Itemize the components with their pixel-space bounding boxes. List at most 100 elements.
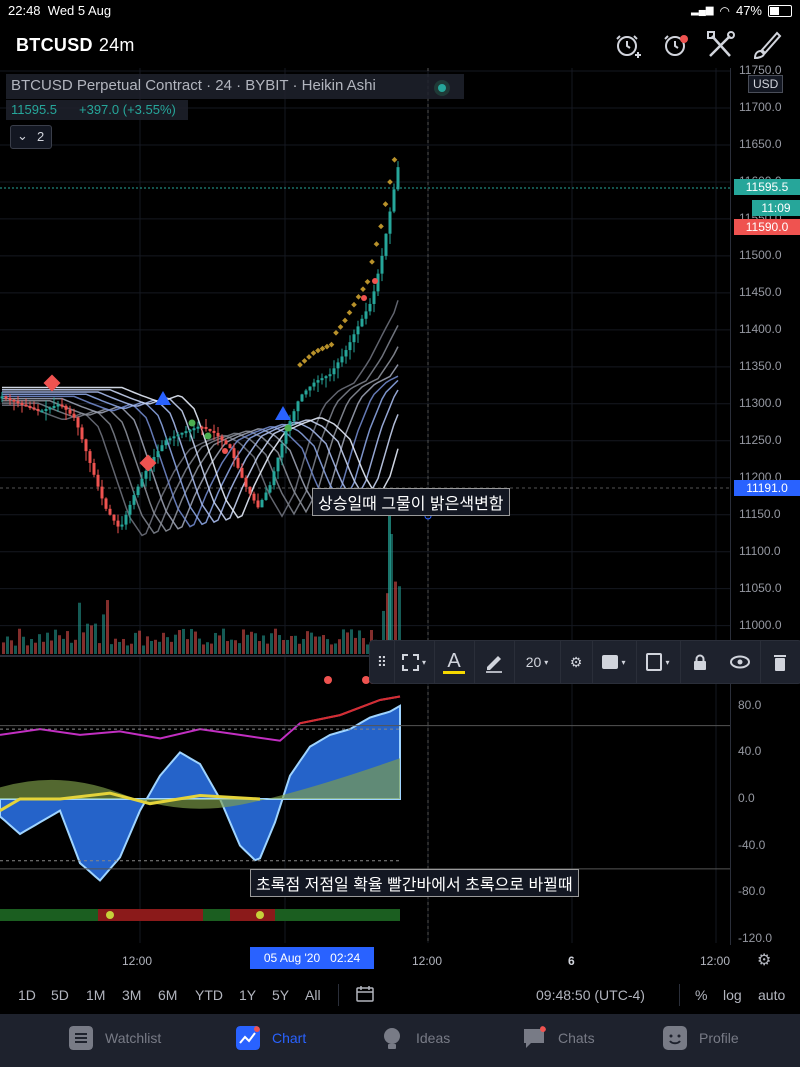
candle-body	[72, 413, 76, 418]
range-5y[interactable]: 5Y	[272, 987, 289, 1003]
tab-profile[interactable]: Profile	[663, 1026, 739, 1050]
candle-body	[128, 504, 132, 515]
volume-bar	[388, 514, 391, 654]
candle-body	[208, 428, 212, 431]
text-color-button[interactable]: A	[434, 641, 474, 683]
volume-bar	[2, 642, 5, 654]
percent-scale-toggle[interactable]: %	[695, 987, 707, 1003]
osc-tick: -40.0	[738, 837, 766, 852]
volume-bar	[94, 623, 97, 654]
volume-bar	[18, 628, 21, 654]
candle-body	[248, 486, 252, 494]
small-diamond-marker	[337, 324, 344, 330]
small-diamond-marker	[310, 350, 317, 356]
add-alert-icon[interactable]	[612, 28, 646, 62]
tab-watchlist[interactable]: Watchlist	[69, 1026, 161, 1050]
volume-bar	[38, 634, 41, 654]
price-tick: 11150.0	[739, 506, 781, 521]
status-right: ▂▄▆ ◠ 47%	[691, 3, 792, 18]
range-1d[interactable]: 1D	[18, 987, 36, 1003]
candle-body	[320, 378, 324, 381]
candle-body	[68, 409, 72, 414]
bottom-tab-bar: Watchlist Chart Ideas Chats Profile	[0, 1014, 800, 1067]
volume-bar	[318, 636, 321, 654]
volume-bar	[326, 639, 329, 654]
visibility-eye-icon[interactable]	[720, 641, 760, 683]
range-all[interactable]: All	[305, 987, 321, 1003]
volume-bar	[290, 635, 293, 654]
osc-tick: 0.0	[738, 791, 755, 805]
volume-bar	[114, 638, 117, 654]
volume-bar	[314, 636, 317, 654]
legend-change: +397.0 (+3.55%)	[79, 102, 176, 117]
pencil-color-button[interactable]	[474, 641, 514, 683]
volume-bar	[50, 640, 53, 654]
volume-bar	[154, 639, 157, 654]
currency-label[interactable]: USD	[748, 75, 784, 93]
tab-chart[interactable]: Chart	[236, 1026, 306, 1050]
volume-bar	[330, 644, 333, 654]
candle-body	[88, 451, 92, 463]
candle-body	[272, 471, 276, 486]
range-1y[interactable]: 1Y	[239, 987, 256, 1003]
border-style-button[interactable]: ▾	[394, 641, 434, 683]
drawing-brush-icon[interactable]	[750, 28, 784, 62]
candle-body	[240, 467, 244, 478]
range-1m[interactable]: 1M	[86, 987, 105, 1003]
small-diamond-marker	[369, 258, 375, 265]
candle-body	[216, 432, 220, 437]
drag-handle-icon[interactable]: ⠿	[370, 641, 394, 683]
candle-body	[140, 478, 144, 487]
tools-icon[interactable]	[704, 28, 738, 62]
annotation-note-2[interactable]: 초록점 저점일 확율 빨간바에서 초록으로 바뀔때	[250, 869, 579, 897]
volume-bar	[282, 639, 285, 654]
volume-bar	[126, 645, 129, 654]
volume-bar	[294, 635, 297, 654]
alerts-icon[interactable]	[658, 28, 692, 62]
font-size-select[interactable]: 20 ▾	[514, 641, 560, 683]
candle-body	[200, 426, 204, 429]
candle-body	[300, 394, 304, 402]
clone-button[interactable]: ▾	[636, 641, 680, 683]
candle-body	[120, 524, 124, 527]
settings-gear-icon[interactable]: ⚙	[560, 641, 592, 683]
time-axis[interactable]: 12:00 12:00 6 12:00 05 Aug '20 02:24 ⚙	[0, 945, 800, 973]
timezone-clock[interactable]: 09:48:50 (UTC-4)	[536, 987, 645, 1003]
volume-bar	[342, 629, 345, 654]
log-scale-toggle[interactable]: log	[723, 987, 742, 1003]
range-5d[interactable]: 5D	[51, 987, 69, 1003]
annotation-note-1[interactable]: 상승일때 그물이 밝은색변함	[312, 488, 510, 516]
auto-scale-toggle[interactable]: auto	[758, 987, 785, 1003]
state-dot	[106, 911, 114, 919]
volume-bar	[122, 638, 125, 654]
state-dot	[256, 911, 264, 919]
candle-body	[156, 451, 160, 458]
candle-body	[160, 445, 164, 452]
chevron-down-icon: ⌄	[17, 128, 28, 143]
battery-percent: 47%	[735, 3, 762, 18]
candle-body	[96, 474, 100, 487]
range-6m[interactable]: 6M	[158, 987, 177, 1003]
candle-body	[296, 401, 300, 412]
delete-trash-icon[interactable]	[760, 641, 800, 683]
lock-icon[interactable]	[680, 641, 720, 683]
candle-body	[396, 167, 400, 190]
date-range-calendar-icon[interactable]	[356, 985, 374, 1006]
volume-bar	[78, 602, 81, 654]
ideas-icon	[384, 1028, 400, 1049]
pencil-icon	[486, 656, 502, 673]
candle-body	[64, 405, 68, 410]
candle-body	[20, 402, 24, 405]
range-3m[interactable]: 3M	[122, 987, 141, 1003]
collapse-indicators-button[interactable]: ⌄ 2	[10, 125, 52, 149]
chart-settings-gear-icon[interactable]: ⚙	[757, 950, 771, 970]
tab-ideas[interactable]: Ideas	[380, 1026, 450, 1050]
range-ytd[interactable]: YTD	[195, 987, 223, 1003]
price-tick: 11350.0	[739, 358, 782, 373]
symbol-legend[interactable]: BTCUSD Perpetual Contract · 24 · BYBIT ·…	[6, 74, 464, 99]
tab-chats[interactable]: Chats	[522, 1026, 595, 1050]
visual-order-button[interactable]: ▾	[592, 641, 636, 683]
symbol-selector[interactable]: BTCUSD 24m	[16, 35, 135, 56]
green-dot-marker	[284, 424, 292, 432]
candle-body	[184, 431, 188, 434]
